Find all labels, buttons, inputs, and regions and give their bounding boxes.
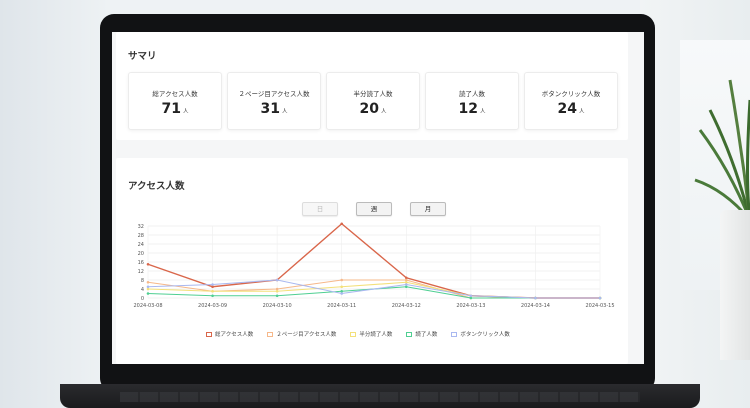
legend-label: 読了人数 — [415, 332, 438, 338]
y-tick-label: 24 — [138, 242, 144, 248]
plant-image — [694, 79, 750, 221]
y-tick-label: 0 — [141, 296, 144, 302]
data-point — [275, 289, 279, 293]
data-point — [275, 278, 279, 282]
data-point — [404, 283, 408, 286]
legend-item[interactable]: ボタンクリック人数 — [451, 330, 510, 338]
laptop-keyboard — [120, 392, 640, 402]
legend-swatch — [406, 331, 413, 337]
legend-item[interactable]: 総アクセス人数 — [206, 330, 253, 338]
legend-label: 総アクセス人数 — [215, 332, 254, 338]
data-point — [404, 276, 408, 280]
legend-swatch — [451, 331, 458, 337]
data-point — [340, 289, 344, 293]
data-point — [469, 294, 473, 298]
legend-label: 半分読了人数 — [359, 332, 393, 338]
legend-swatch — [350, 331, 357, 337]
x-tick-label: 2024-03-15 — [585, 303, 614, 309]
x-tick-label: 2024-03-13 — [456, 303, 485, 309]
period-toggle-month[interactable]: 月 — [410, 202, 446, 216]
data-point — [146, 262, 150, 266]
y-tick-label: 12 — [138, 269, 144, 275]
data-point — [469, 296, 473, 300]
data-point — [275, 287, 279, 291]
data-point — [275, 294, 279, 298]
data-point — [340, 222, 344, 226]
stat-value: 20 人 — [359, 101, 387, 117]
x-tick-label: 2024-03-09 — [198, 303, 227, 309]
x-tick-label: 2024-03-11 — [327, 303, 356, 309]
data-point — [146, 292, 150, 295]
stat-card-page2-access: ２ページ目アクセス人数 31 人 — [227, 72, 321, 130]
stat-value: 31 人 — [260, 101, 288, 117]
chart-legend: 総アクセス人数 ２ページ目アクセス人数 半分読了人数 読了人数 ボタンクリック人数 — [206, 330, 510, 338]
x-tick-label: 2024-03-08 — [133, 303, 162, 309]
y-tick-label: 16 — [138, 260, 144, 266]
data-point — [598, 296, 602, 300]
access-panel: アクセス人数 日 週 月 0 4 8 12 16 20 24 28 32 2024-03-08 20… — [116, 158, 628, 364]
stat-label: ボタンクリック人数 — [541, 90, 601, 98]
stat-card-button-click: ボタンクリック人数 24 人 — [524, 72, 618, 130]
data-point — [211, 294, 214, 298]
stat-card-total-access: 総アクセス人数 71 人 — [128, 72, 222, 130]
legend-label: ２ページ目アクセス人数 — [276, 332, 337, 338]
period-toggle-day[interactable]: 日 — [302, 202, 338, 216]
stat-label: 半分読了人数 — [353, 90, 393, 98]
legend-item[interactable]: 読了人数 — [406, 330, 437, 338]
x-tick-label: 2024-03-12 — [392, 303, 421, 309]
access-title: アクセス人数 — [128, 181, 185, 192]
data-point — [211, 283, 214, 286]
summary-title: サマリ — [128, 51, 157, 62]
plant-pot — [720, 210, 750, 360]
y-tick-label: 32 — [138, 224, 144, 230]
y-tick-label: 28 — [138, 233, 144, 239]
x-tick-label: 2024-03-14 — [521, 303, 550, 309]
legend-swatch — [267, 331, 274, 337]
stat-card-read-complete: 読了人数 12 人 — [425, 72, 519, 130]
series-line — [147, 286, 600, 299]
background-left — [0, 0, 110, 408]
stat-value: 24 人 — [557, 101, 585, 117]
legend-swatch — [206, 331, 212, 337]
data-point — [211, 289, 214, 293]
stat-value: 71 人 — [161, 101, 189, 117]
summary-panel: サマリ 総アクセス人数 71 人 ２ページ目アクセス人数 31 人 半分読了人数 2… — [116, 32, 628, 140]
data-point — [146, 285, 150, 289]
stat-label: ２ページ目アクセス人数 — [238, 90, 310, 98]
data-point — [534, 296, 537, 300]
data-point — [211, 285, 214, 289]
data-point — [146, 280, 150, 284]
stat-value: 12 人 — [458, 101, 486, 117]
x-tick-label: 2024-03-10 — [263, 303, 292, 309]
stat-label: 総アクセス人数 — [152, 90, 198, 98]
laptop-screen: サマリ 総アクセス人数 71 人 ２ページ目アクセス人数 31 人 半分読了人数 2… — [112, 32, 644, 364]
data-point — [340, 285, 344, 289]
data-point — [340, 278, 344, 282]
legend-label: ボタンクリック人数 — [460, 332, 510, 338]
data-point — [146, 287, 150, 291]
legend-item[interactable]: 半分読了人数 — [350, 330, 392, 338]
data-point — [404, 280, 408, 284]
period-toggle-week[interactable]: 週 — [356, 202, 392, 216]
data-point — [340, 292, 344, 295]
y-tick-label: 8 — [141, 278, 144, 284]
y-tick-label: 20 — [138, 251, 144, 257]
access-line-chart: 0 4 8 12 16 20 24 28 32 2024-03-08 2024-03-09 2024-… — [133, 222, 615, 309]
y-tick-label: 4 — [141, 287, 144, 293]
stat-label: 読了人数 — [459, 90, 485, 98]
data-point — [404, 285, 408, 289]
data-point — [404, 278, 408, 282]
legend-item[interactable]: ２ページ目アクセス人数 — [267, 330, 336, 338]
stat-card-half-read: 半分読了人数 20 人 — [326, 72, 420, 130]
